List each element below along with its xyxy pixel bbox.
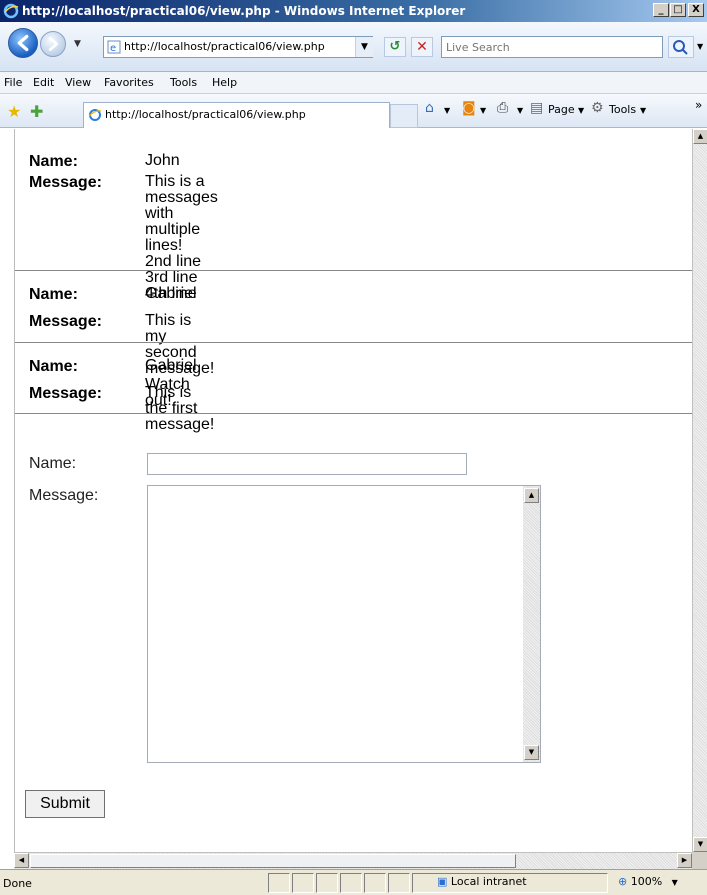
form-message-label: Message: [29,487,99,504]
title-bar: http://localhost/practical06/view.php - … [0,0,707,22]
menu-favorites[interactable]: Favorites [104,76,154,89]
new-tab-button[interactable] [390,104,418,128]
ie-logo-icon [3,3,19,19]
navigation-bar: ▼ e http://localhost/practical06/view.ph… [0,22,707,72]
submit-button[interactable]: Submit [25,790,105,818]
zoom-control[interactable]: ⊕ 100% ▼ [618,875,678,888]
stop-icon: ✕ [416,39,428,55]
ie-page-icon [88,109,102,121]
scroll-thumb[interactable] [30,854,516,868]
status-pane [292,873,314,893]
menu-edit[interactable]: Edit [33,76,54,89]
vertical-scrollbar[interactable]: ▲ ▼ [692,129,707,852]
tools-gear-icon[interactable]: ⚙ [591,100,604,116]
svg-text:e: e [110,43,116,54]
message-author: John [145,152,180,169]
zone-indicator[interactable]: ▣ Local intranet [437,875,527,888]
window-title: http://localhost/practical06/view.php - … [22,4,466,18]
divider [15,342,692,343]
status-pane [388,873,410,893]
scroll-left-arrow-icon[interactable]: ◀ [14,853,29,868]
maximize-button[interactable]: □ [670,3,686,17]
name-field[interactable] [147,453,467,475]
status-pane [268,873,290,893]
minimize-button[interactable]: _ [653,3,669,17]
page-dropdown-icon[interactable]: ▼ [578,106,584,115]
intranet-icon: ▣ [437,875,448,888]
search-options-icon[interactable]: ▼ [697,42,703,51]
name-label: Name: [29,358,78,375]
tools-dropdown-icon[interactable]: ▼ [640,106,646,115]
favorites-center-icon[interactable]: ★ [7,102,21,121]
status-pane [340,873,362,893]
home-icon[interactable]: ⌂ [425,100,434,116]
feeds-dropdown-icon[interactable]: ▼ [480,106,486,115]
history-dropdown-icon[interactable]: ▼ [74,39,81,49]
stop-button[interactable]: ✕ [411,37,433,57]
message-label: Message: [29,313,102,330]
status-pane [316,873,338,893]
back-button[interactable] [8,28,38,58]
message-body: This is a messages with multiple lines! … [145,173,218,302]
refresh-icon: ↺ [389,39,401,54]
menu-tools[interactable]: Tools [170,76,197,89]
page-icon: e [107,40,121,54]
page-menu-button[interactable]: Page [548,103,575,116]
back-arrow-icon [17,34,29,52]
zoom-dropdown-icon[interactable]: ▼ [672,878,678,887]
menu-file[interactable]: File [4,76,22,89]
horizontal-scrollbar[interactable]: ◀ ▶ [14,852,692,869]
close-button[interactable]: X [688,3,704,17]
name-label: Name: [29,153,78,170]
status-text: Done [3,877,32,890]
divider [15,270,692,271]
menu-bar: File Edit View Favorites Tools Help [0,72,707,94]
zoom-level: 100% [630,875,663,888]
tools-menu-button[interactable]: Tools [609,103,636,116]
scroll-up-arrow-icon[interactable]: ▲ [693,129,707,144]
message-label: Message: [29,174,102,191]
menu-view[interactable]: View [65,76,91,89]
search-box[interactable] [441,36,663,58]
search-button[interactable] [668,36,694,58]
refresh-button[interactable]: ↺ [384,37,406,57]
search-icon [673,40,688,55]
divider [15,413,692,414]
name-label: Name: [29,286,78,303]
scroll-corner [692,852,707,869]
menu-help[interactable]: Help [212,76,237,89]
zone-text: Local intranet [450,875,527,888]
message-body: This is the first message! [145,384,215,433]
status-bar: Done ▣ Local intranet ⊕ 100% ▼ [0,869,707,895]
add-favorites-icon[interactable]: ✚ [30,102,43,121]
tab-title[interactable]: http://localhost/practical06/view.php [105,103,306,127]
textarea-scrollbar[interactable]: ▲ ▼ [523,486,540,762]
scroll-up-arrow-icon[interactable]: ▲ [524,488,539,503]
form-name-label: Name: [29,455,77,472]
address-text[interactable]: http://localhost/practical06/view.php [124,37,325,57]
scroll-down-arrow-icon[interactable]: ▼ [693,837,707,852]
page-menu-icon[interactable]: ▤ [530,100,543,116]
address-dropdown-icon[interactable]: ▼ [355,37,373,57]
feeds-icon[interactable]: ◙ [462,100,476,116]
address-bar[interactable]: e http://localhost/practical06/view.php [103,36,373,58]
message-label: Message: [29,385,102,402]
browser-tab[interactable]: http://localhost/practical06/view.php [83,102,390,128]
forward-button[interactable] [40,31,66,57]
search-input[interactable] [442,37,662,57]
home-dropdown-icon[interactable]: ▼ [444,106,450,115]
print-dropdown-icon[interactable]: ▼ [517,106,523,115]
message-author: Gabriel [145,357,197,374]
scroll-down-arrow-icon[interactable]: ▼ [524,745,539,760]
zoom-icon: ⊕ [618,875,628,888]
status-pane [364,873,386,893]
message-textarea[interactable]: ▲ ▼ [147,485,541,763]
scroll-right-arrow-icon[interactable]: ▶ [677,853,692,868]
print-icon[interactable]: ⎙ [497,100,508,116]
forward-arrow-icon [48,37,59,51]
message-author: Gabriel [145,285,197,302]
chevron-overflow-icon[interactable]: » [695,98,702,112]
page-content: Name: John Message: This is a messages w… [14,129,692,852]
